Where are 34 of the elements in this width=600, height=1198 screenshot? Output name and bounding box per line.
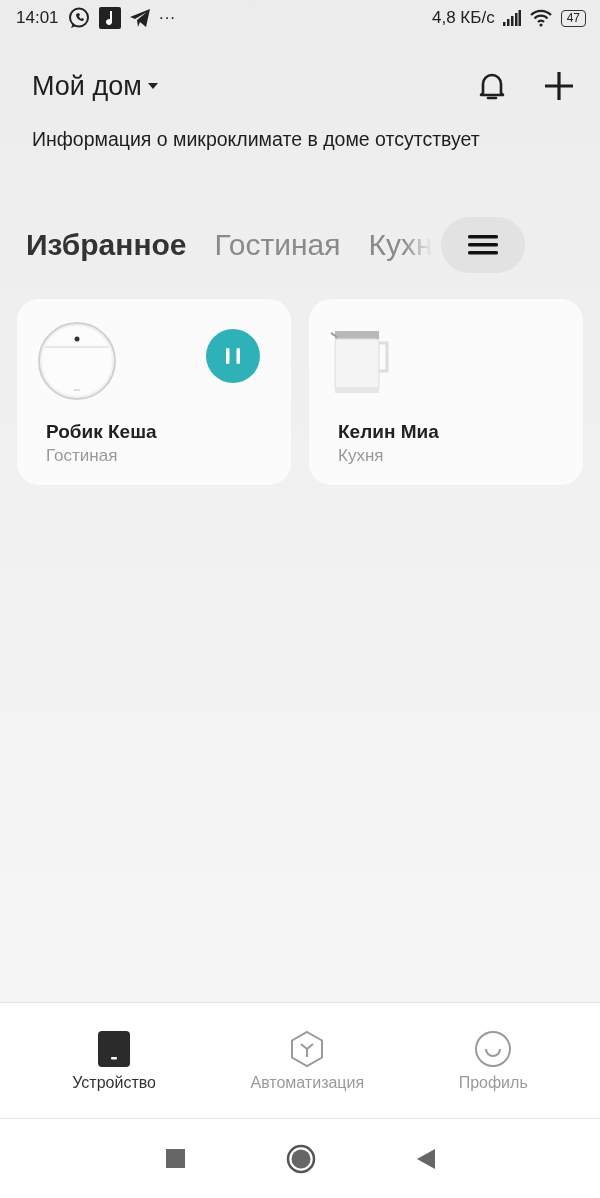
square-icon xyxy=(164,1148,186,1169)
home-circle-icon xyxy=(285,1143,316,1174)
recents-button[interactable] xyxy=(164,1148,186,1169)
pause-icon xyxy=(226,346,240,366)
device-name: Робик Кеша xyxy=(46,421,158,443)
climate-info-text: Информация о микроклимате в доме отсутствует xyxy=(31,127,481,151)
home-button[interactable] xyxy=(285,1143,316,1174)
home-selector[interactable]: Мой дом xyxy=(32,70,142,102)
back-triangle-icon xyxy=(415,1147,436,1170)
wifi-icon xyxy=(528,9,553,27)
smiley-icon xyxy=(474,1029,513,1068)
device-room: Кухня xyxy=(338,446,385,466)
nav-tab[interactable]: Устройство xyxy=(72,1029,156,1092)
music-app-icon xyxy=(98,7,121,29)
more-text: ··· xyxy=(158,8,176,28)
menu-icon xyxy=(467,234,498,256)
plus-icon xyxy=(544,71,574,101)
notification-button[interactable] xyxy=(478,71,506,101)
bell-icon xyxy=(478,71,506,101)
network-speed-text: 4,8 КБ/с xyxy=(432,8,495,28)
add-button[interactable] xyxy=(544,71,574,101)
signal-icon xyxy=(502,10,521,26)
pause-button[interactable] xyxy=(206,329,260,383)
send-icon xyxy=(128,8,151,28)
chat-icon xyxy=(66,6,91,30)
caret-icon xyxy=(147,83,158,89)
device-name: Келин Миа xyxy=(338,421,440,443)
back-button[interactable] xyxy=(415,1147,436,1170)
clock-text: 14:01 xyxy=(16,8,59,28)
device-card[interactable]: Келин Миа Кухня xyxy=(309,299,583,485)
battery-indicator: 47 xyxy=(560,9,586,27)
device-room: Гостиная xyxy=(46,446,119,466)
device-card[interactable]: Робик Кеша Гостиная xyxy=(17,299,291,485)
room-tab[interactable]: Избранное xyxy=(26,228,187,262)
